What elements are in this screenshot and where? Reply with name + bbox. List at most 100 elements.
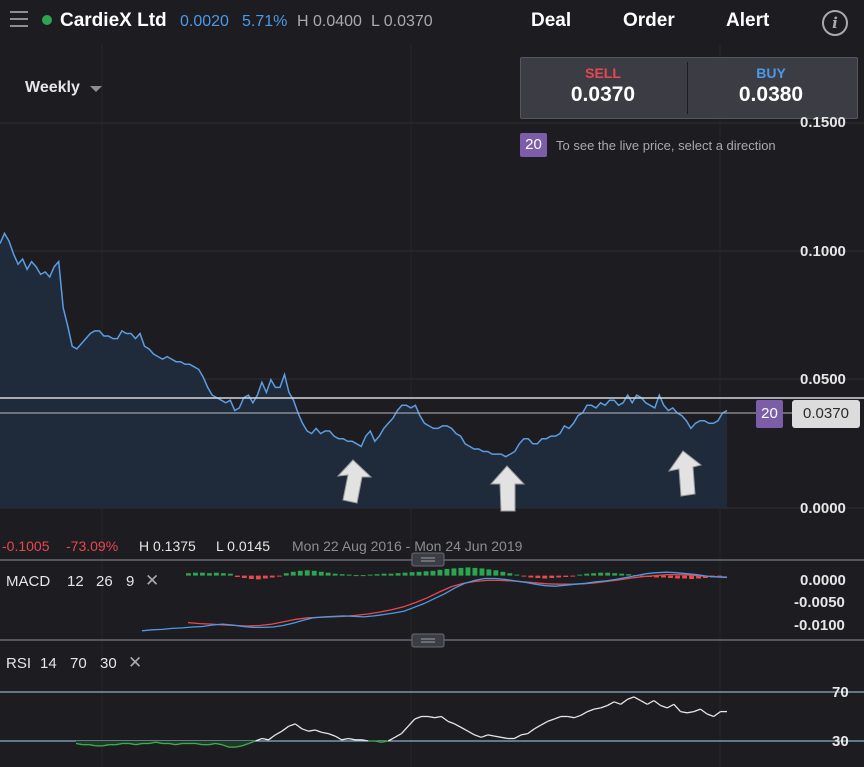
rsi-line-segment — [646, 700, 655, 705]
buy-price: 0.0380 — [738, 83, 804, 106]
rsi-line-segment — [321, 731, 329, 735]
rsi-line-segment — [268, 734, 276, 741]
macd-histogram-bar — [200, 572, 205, 576]
current-price-tag: 0.0370 — [792, 400, 860, 428]
rsi-line-segment — [261, 737, 269, 741]
rsi-line-segment — [633, 696, 641, 702]
panel-resize-handle[interactable] — [411, 552, 445, 567]
y-tick-label: 0.0000 — [800, 500, 846, 517]
y-tick-label: 0.1500 — [800, 114, 846, 131]
rsi-line-segment — [401, 725, 409, 735]
rsi-line-segment — [534, 724, 542, 730]
macd-param: 9 — [126, 573, 135, 590]
rsi-line-segment — [547, 718, 555, 723]
live-price-hint: To see the live price, select a directio… — [556, 138, 776, 153]
macd-histogram-bar — [668, 575, 673, 578]
macd-histogram-bar — [584, 573, 590, 576]
buy-button[interactable]: BUY 0.0380 — [689, 58, 853, 118]
rsi-line-segment — [474, 734, 482, 738]
macd-histogram-bar — [220, 573, 226, 576]
rsi-line-segment — [294, 723, 303, 730]
sell-label: SELL — [585, 65, 621, 81]
close-macd-icon[interactable]: ✕ — [145, 571, 159, 591]
period-low: L 0.0145 — [216, 538, 270, 554]
macd-histogram-bar — [437, 569, 443, 576]
rsi-line-segment — [567, 715, 575, 719]
macd-histogram-bar — [500, 571, 506, 576]
period-range: Mon 22 Aug 2016 - Mon 24 Jun 2019 — [292, 538, 523, 554]
rsi-param: 70 — [70, 655, 87, 672]
macd-histogram-bar — [577, 574, 583, 576]
rsi-line-segment — [593, 707, 601, 710]
macd-histogram-bar — [402, 572, 408, 576]
period-change-percent: -73.09% — [66, 538, 119, 554]
rsi-line-segment — [341, 737, 349, 741]
rsi-line-segment — [613, 701, 621, 705]
y-tick-label: 0.0500 — [800, 371, 846, 388]
timeframe-dropdown[interactable]: Weekly — [25, 79, 80, 97]
rsi-line-segment — [301, 728, 309, 732]
macd-histogram-bar — [374, 574, 380, 576]
rsi-line-segment — [693, 708, 701, 713]
rsi-line-segment — [394, 733, 402, 738]
macd-histogram-bar — [423, 571, 429, 576]
rsi-line-segment — [554, 715, 562, 720]
macd-histogram-bar — [675, 575, 680, 579]
sell-button[interactable]: SELL 0.0370 — [521, 58, 685, 118]
macd-histogram-bar — [416, 571, 422, 576]
macd-histogram-bar — [318, 571, 324, 576]
macd-histogram-bar — [304, 570, 310, 576]
quantity-badge[interactable]: 20 — [520, 133, 547, 157]
macd-histogram-bar — [325, 572, 331, 576]
macd-histogram-bar — [193, 572, 198, 576]
panel-resize-handle[interactable] — [411, 633, 445, 648]
macd-histogram-bar — [227, 573, 233, 576]
rsi-line-segment — [480, 734, 489, 738]
rsi-line-segment — [627, 696, 635, 701]
rsi-line-segment — [288, 723, 296, 727]
macd-histogram-bar — [430, 570, 436, 576]
rsi-line-segment — [607, 701, 615, 707]
rsi-line-segment — [600, 704, 608, 709]
macd-histogram-bar — [269, 575, 275, 578]
rsi-line-segment — [281, 725, 289, 732]
macd-histogram-bar — [255, 575, 261, 580]
macd-histogram-bar — [605, 572, 611, 576]
macd-histogram-bar — [207, 573, 212, 576]
macd-histogram-bar — [493, 570, 499, 576]
rsi-line-segment — [460, 726, 469, 732]
macd-histogram-bar — [514, 574, 520, 576]
macd-histogram-bar — [598, 572, 604, 576]
close-rsi-icon[interactable]: ✕ — [128, 653, 142, 673]
deal-divider — [687, 62, 688, 114]
rsi-line-segment — [467, 730, 475, 736]
macd-histogram-bar — [290, 571, 296, 576]
macd-histogram-bar — [528, 575, 534, 578]
macd-histogram-bar — [395, 573, 401, 576]
rsi-label: RSI — [6, 655, 32, 672]
macd-histogram-bar — [276, 575, 282, 577]
macd-histogram-bar — [360, 575, 366, 577]
sell-price: 0.0370 — [570, 83, 636, 106]
macd-histogram-bar — [248, 575, 254, 579]
position-badge[interactable]: 20 — [756, 400, 783, 428]
macd-tick-label: -0.0050 — [794, 594, 845, 611]
deal-ticket: SELL 0.0370 BUY 0.0380 — [520, 57, 858, 119]
rsi-line-segment — [587, 708, 595, 713]
macd-line — [141, 571, 728, 632]
rsi-line-segment — [540, 720, 548, 726]
macd-histogram-bar — [619, 573, 625, 576]
period-change: -0.1005 — [2, 538, 50, 554]
macd-tick-label: -0.0100 — [794, 617, 845, 634]
rsi-line-segment — [527, 728, 535, 735]
macd-histogram-bar — [479, 568, 485, 576]
chevron-down-icon[interactable] — [90, 86, 102, 92]
macd-histogram-bar — [444, 568, 450, 576]
y-tick-label: 0.1000 — [800, 243, 846, 260]
macd-param: 12 — [67, 573, 84, 590]
macd-histogram-bar — [486, 569, 492, 576]
rsi-param: 30 — [100, 655, 117, 672]
macd-histogram-bar — [297, 570, 303, 576]
macd-histogram-bar — [556, 575, 562, 578]
rsi-line-segment — [500, 736, 508, 740]
